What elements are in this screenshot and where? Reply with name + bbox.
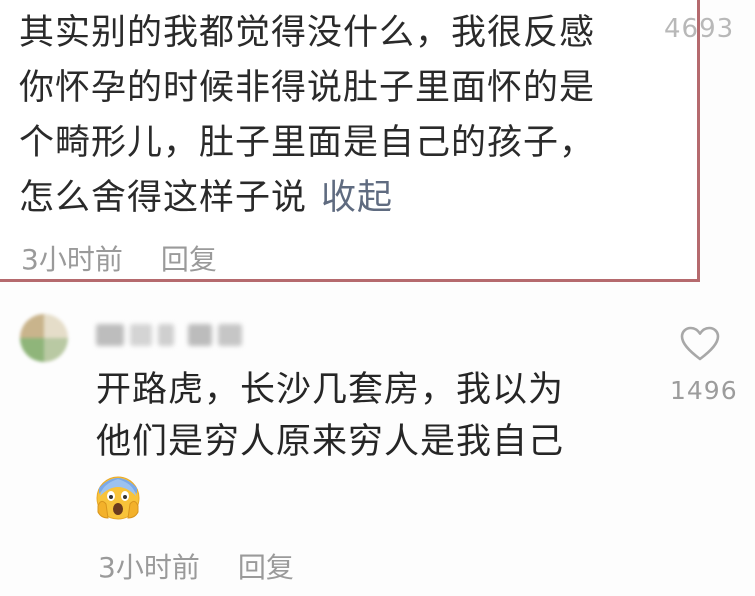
comment-time: 3小时前	[98, 551, 200, 584]
comment-line-text: 怎么舍得这样子说	[19, 178, 308, 218]
comment-meta: 3小时前 回复	[98, 546, 294, 586]
comment-thread: 其实别的我都觉得没什么，我很反感 你怀孕的时候非得说肚子里面怀的是 个畸形儿，肚…	[0, 0, 755, 596]
avatar[interactable]	[20, 314, 68, 362]
highlighted-comment: 其实别的我都觉得没什么，我很反感 你怀孕的时候非得说肚子里面怀的是 个畸形儿，肚…	[0, 0, 700, 282]
comment-line: 其实别的我都觉得没什么，我很反感	[19, 13, 596, 53]
comment-line: 开路虎，长沙几套房，我以为	[96, 370, 565, 410]
comment-body: 其实别的我都觉得没什么，我很反感 你怀孕的时候非得说肚子里面怀的是 个畸形儿，肚…	[19, 6, 659, 226]
comment-line: 怎么舍得这样子说 收起	[19, 171, 659, 226]
comment-time: 3小时前	[21, 243, 123, 276]
comment-meta: 3小时前 回复	[21, 238, 217, 278]
like-count: 4693	[664, 14, 735, 44]
comment-line: 个畸形儿，肚子里面是自己的孩子，	[19, 123, 596, 163]
reply-button[interactable]: 回复	[238, 551, 294, 584]
comment-line: 你怀孕的时候非得说肚子里面怀的是	[19, 68, 596, 108]
scream-face-icon	[96, 476, 140, 520]
collapse-link[interactable]: 收起	[321, 178, 393, 218]
reply-button[interactable]: 回复	[161, 243, 217, 276]
comment-line: 他们是穷人原来穷人是我自己	[96, 422, 565, 462]
username-redacted[interactable]	[96, 322, 246, 348]
heart-outline-icon[interactable]	[680, 326, 720, 362]
like-count: 1496	[670, 376, 738, 405]
comment-body: 开路虎，长沙几套房，我以为 他们是穷人原来穷人是我自己	[96, 364, 636, 468]
